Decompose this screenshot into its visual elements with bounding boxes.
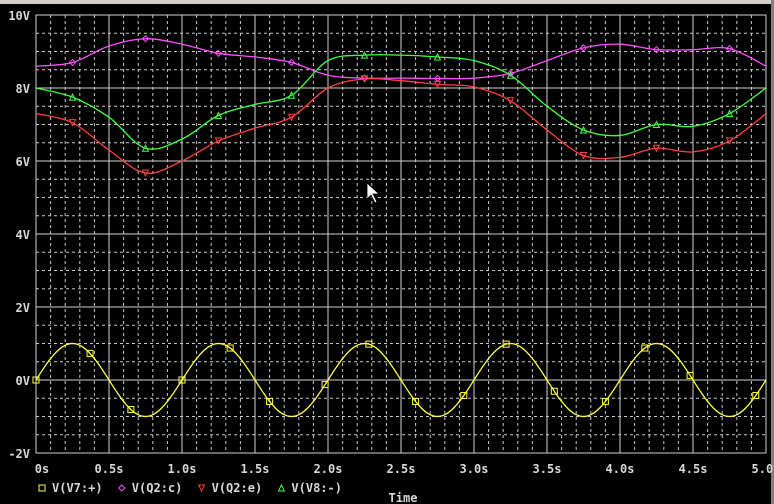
x-tick-label: 3.5s — [533, 462, 562, 476]
y-tick-label: 10V — [8, 9, 30, 23]
y-tick-label: 6V — [16, 155, 30, 169]
y-tick-label: 4V — [16, 228, 30, 242]
mouse-cursor-icon — [366, 182, 381, 204]
legend-entry: V(Q2:c) — [132, 481, 183, 495]
x-tick-label: 2.0s — [314, 462, 343, 476]
x-tick-label: 0.5s — [95, 462, 124, 476]
x-tick-label: 0s — [35, 462, 49, 476]
triangle-down-marker — [197, 484, 206, 493]
legend-entry: V(V8:-) — [291, 481, 342, 495]
y-tick-label: 8V — [16, 82, 30, 96]
x-tick-label: 5.0s — [752, 462, 774, 476]
probe-plot[interactable]: 0s 0.5s 1.0s 1.5s 2.0s 2.5s 3.0s 3.5s 4.0s 4.5s 5.… — [0, 0, 774, 504]
x-tick-label: 1.0s — [168, 462, 197, 476]
legend-entry: V(Q2:e) — [212, 481, 263, 495]
y-tick-label: 0V — [16, 374, 30, 388]
x-tick-label: 4.5s — [679, 462, 708, 476]
x-tick-label: 3.0s — [460, 462, 489, 476]
y-axis-ticks: -2V 0V 2V 4V 6V 8V 10V — [8, 9, 30, 461]
x-tick-label: 4.0s — [606, 462, 635, 476]
markers — [32, 35, 760, 414]
triangle-up-marker — [277, 483, 286, 492]
x-axis-label: Time — [389, 491, 418, 504]
y-tick-label: -2V — [8, 447, 30, 461]
legend: V(V7:+) V(Q2:c) V(Q2:e) V(V8:-) — [38, 481, 342, 495]
x-axis-ticks: 0s 0.5s 1.0s 1.5s 2.0s 2.5s 3.0s 3.5s 4.0s 4.5s 5.… — [35, 462, 774, 476]
y-tick-label: 2V — [16, 301, 30, 315]
diamond-marker — [118, 484, 126, 492]
x-tick-label: 2.5s — [387, 462, 416, 476]
x-tick-label: 1.5s — [241, 462, 270, 476]
square-marker — [38, 484, 46, 492]
legend-entry: V(V7:+) — [52, 481, 103, 495]
